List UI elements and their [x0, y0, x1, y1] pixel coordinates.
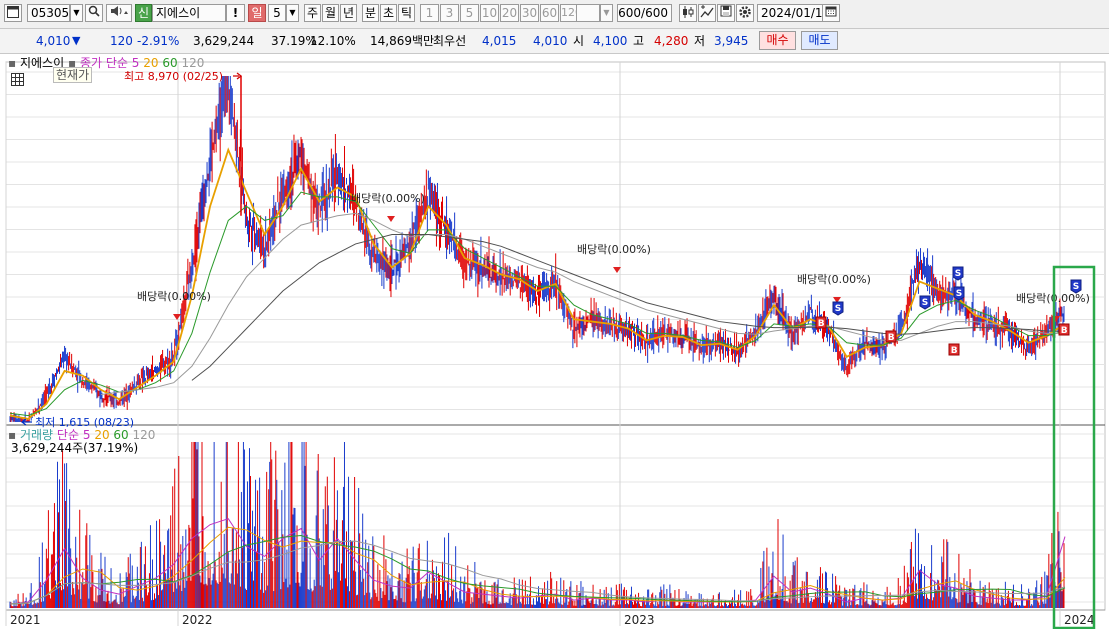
dividend-label: 배당락(0.00%): [351, 192, 425, 205]
calendar-icon[interactable]: [822, 4, 840, 22]
alert-button[interactable]: !: [226, 4, 245, 22]
period-week-button[interactable]: 주: [304, 4, 321, 22]
period-second-button[interactable]: 초: [380, 4, 397, 22]
period-count-field[interactable]: 5: [268, 4, 286, 22]
best-ask-price: 4,015: [482, 34, 517, 48]
volume-legend: ▪ 거래량 단순 5 20 60 120: [8, 428, 155, 442]
x-tick-label: 2024: [1064, 613, 1095, 627]
crosshair-icon[interactable]: [698, 4, 716, 22]
legend-vol-ma20: 20: [94, 428, 110, 442]
price-change: 120: [110, 34, 133, 48]
period-tick-button[interactable]: 틱: [398, 4, 415, 22]
candle-icon[interactable]: [679, 4, 697, 22]
high-price: 4,280: [654, 34, 689, 48]
sell-signal-label: S: [835, 304, 841, 314]
interval-5-button[interactable]: 5: [460, 4, 479, 22]
x-tick-label: 2023: [624, 613, 655, 627]
sell-signal-label: S: [922, 298, 928, 308]
period-minute-button[interactable]: 분: [362, 4, 379, 22]
legend-ma20: 20: [143, 56, 159, 70]
sell-signal-label: S: [1073, 282, 1079, 292]
legend-ma5: 5: [131, 56, 140, 70]
period-month-button[interactable]: 월: [322, 4, 339, 22]
legend-vol-ma60: 60: [113, 428, 129, 442]
search-icon[interactable]: [85, 4, 103, 22]
down-arrow-icon: ▼: [72, 34, 81, 47]
interval-30-button[interactable]: 30: [520, 4, 539, 22]
interval-1-button[interactable]: 1: [420, 4, 439, 22]
current-volume-label: 3,629,244주(37.19%): [11, 441, 139, 455]
low-label: 저: [694, 34, 706, 48]
interval-20-button[interactable]: 20: [500, 4, 519, 22]
x-tick-label: 2022: [182, 613, 213, 627]
price-legend: ▪ 지에스이 ▪ 종가 단순 5 20 60 120: [8, 56, 204, 70]
trade-amount: 14,869백만: [370, 34, 435, 48]
high-annotation: 최고 8,970 (02/25): [124, 70, 223, 83]
interval-10-button[interactable]: 10: [480, 4, 499, 22]
legend-vol-ma120: 120: [132, 428, 156, 442]
best-ask-label: 최우선: [433, 34, 467, 48]
dividend-label: 배당락(0.00%): [577, 243, 651, 256]
period-year-button[interactable]: 년: [340, 4, 357, 22]
date-field[interactable]: 2024/01/18: [757, 4, 823, 22]
open-label: 시: [573, 34, 585, 48]
low-price: 3,945: [714, 34, 749, 48]
turnover-rate: 12.10%: [310, 34, 356, 48]
settings-icon[interactable]: [736, 4, 754, 22]
legend-square-icon: ▪: [8, 428, 17, 442]
legend-ma120: 120: [181, 56, 205, 70]
trade-volume: 3,629,244: [193, 34, 255, 48]
stock-code-input[interactable]: 053050: [27, 4, 70, 22]
open-price: 4,100: [593, 34, 628, 48]
stock-name-field[interactable]: 지에스이: [152, 4, 226, 22]
data-count-field[interactable]: 600/600: [617, 4, 672, 22]
credit-badge: 신: [135, 4, 152, 22]
buy-signal-label: B: [818, 319, 825, 329]
interval-input[interactable]: [576, 4, 600, 22]
buy-button[interactable]: 매수: [759, 31, 796, 50]
toolbar: 053050 ▼ 신 지에스이 ! 일 5 ▼ 주 월 년 분 초 틱 1 3 …: [0, 0, 1109, 29]
sell-signal-label: S: [956, 289, 962, 299]
period-dropdown-icon[interactable]: ▼: [286, 4, 299, 22]
interval-dropdown-icon[interactable]: ▼: [600, 4, 613, 22]
stock-chart[interactable]: 2021 2022 2023 2024최고 8,970 (02/25)최저 1,615…: [0, 54, 1109, 630]
sound-icon[interactable]: [106, 4, 132, 22]
legend-vol-ma-type: 단순: [56, 428, 80, 442]
x-tick-label: 2021: [10, 613, 41, 627]
dividend-label: 배당락(0.00%): [137, 290, 211, 303]
sell-signal-label: S: [955, 269, 961, 279]
table-icon[interactable]: [11, 73, 24, 86]
period-day-button[interactable]: 일: [248, 4, 266, 22]
best-bid-price: 4,010: [533, 34, 568, 48]
window-icon[interactable]: [4, 4, 22, 22]
current-price-tooltip: 현재가: [53, 67, 93, 83]
legend-vol-ma5: 5: [82, 428, 91, 442]
legend-ma60: 60: [162, 56, 178, 70]
legend-square-icon: ▪: [8, 56, 17, 70]
interval-60-button[interactable]: 60: [540, 4, 559, 22]
legend-volume-series: 거래량: [19, 428, 54, 442]
interval-3-button[interactable]: 3: [440, 4, 459, 22]
buy-signal-label: B: [1061, 326, 1068, 336]
sell-button[interactable]: 매도: [801, 31, 838, 50]
buy-signal-label: B: [888, 333, 895, 343]
quote-bar: 4,010 ▼ 120 -2.91% 3,629,244 37.19% 12.1…: [0, 29, 1109, 54]
high-label: 고: [633, 34, 645, 48]
change-rate: -2.91%: [137, 34, 180, 48]
current-price: 4,010: [36, 34, 71, 48]
chart-area[interactable]: 2021 2022 2023 2024 최고 8,970 (02/25) 최저 1,615…: [0, 54, 1109, 630]
save-icon[interactable]: [717, 4, 735, 22]
buy-signal-label: B: [951, 346, 958, 356]
code-dropdown-icon[interactable]: ▼: [70, 4, 83, 22]
dividend-label: 배당락(0.00%): [797, 273, 871, 286]
legend-ma-type: 단순: [105, 56, 128, 70]
